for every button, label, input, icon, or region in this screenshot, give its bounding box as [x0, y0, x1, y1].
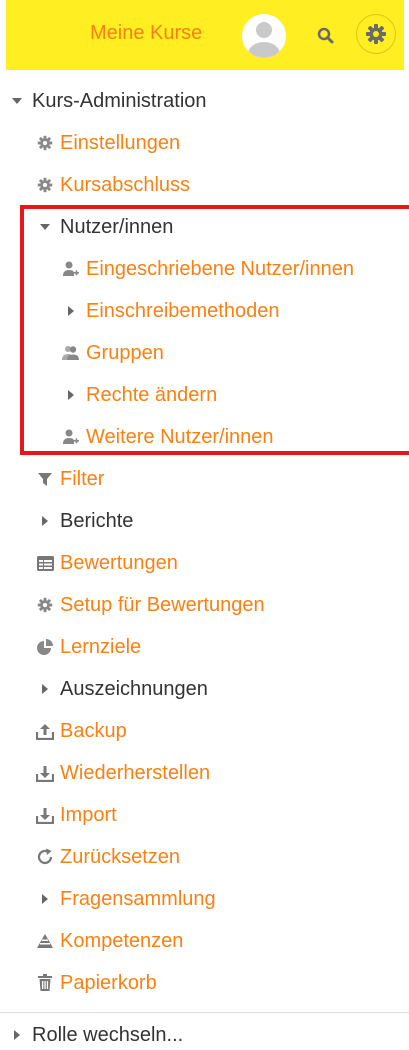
caret-right-icon [62, 302, 80, 320]
user-plus-icon [62, 260, 80, 278]
settings-button[interactable] [356, 14, 396, 54]
menu-item-nutzer-innen[interactable]: Nutzer/innen [36, 212, 173, 242]
download-icon [36, 806, 54, 824]
top-navbar: Meine Kurse [6, 0, 404, 70]
download-icon [36, 764, 54, 782]
users-icon [62, 344, 80, 362]
menu-item-weitere-nutzer-innen[interactable]: Weitere Nutzer/innen [62, 422, 274, 452]
menu-item-label: Einschreibemethoden [86, 299, 280, 322]
menu-item-label: Einstellungen [60, 131, 181, 154]
section-label: Kurs-Administration [32, 89, 207, 112]
menu-item-kompetenzen[interactable]: Kompetenzen [36, 926, 183, 956]
menu-item-auszeichnungen[interactable]: Auszeichnungen [36, 674, 208, 704]
menu-item-label: Auszeichnungen [60, 677, 208, 700]
section-kurs-administration[interactable]: Kurs-Administration [8, 86, 207, 116]
refresh-icon [36, 848, 54, 866]
menu-item-rolle-wechseln[interactable]: Rolle wechseln... [8, 1020, 183, 1050]
menu-item-setup-fuer-bewertungen[interactable]: Setup für Bewertungen [36, 590, 265, 620]
menu-item-label: Gruppen [86, 341, 164, 364]
menu-item-label: Setup für Bewertungen [60, 593, 265, 616]
menu-item-label: Papierkorb [60, 971, 157, 994]
triangle-icon [36, 932, 54, 950]
gear-icon [36, 134, 54, 152]
menu-item-fragensammlung[interactable]: Fragensammlung [36, 884, 216, 914]
caret-right-icon [36, 680, 54, 698]
caret-right-icon [36, 890, 54, 908]
menu-item-einstellungen[interactable]: Einstellungen [36, 128, 180, 158]
pie-chart-icon [36, 638, 54, 656]
table-icon [36, 554, 54, 572]
menu-item-label: Lernziele [60, 635, 142, 658]
menu-item-zuruecksetzen[interactable]: Zurücksetzen [36, 842, 180, 872]
upload-icon [36, 722, 54, 740]
menu-item-label: Kompetenzen [60, 929, 184, 952]
menu-item-label: Backup [60, 719, 127, 742]
menu-item-eingeschriebene-nutzer-innen[interactable]: Eingeschriebene Nutzer/innen [62, 254, 354, 284]
menu-item-label: Import [60, 803, 117, 826]
caret-down-icon [8, 92, 26, 110]
caret-right-icon [36, 512, 54, 530]
search-button[interactable] [308, 18, 344, 54]
gear-icon [36, 596, 54, 614]
menu-item-wiederherstellen[interactable]: Wiederherstellen [36, 758, 210, 788]
menu-item-label: Nutzer/innen [60, 215, 174, 238]
gear-icon [36, 176, 54, 194]
menu-item-label: Berichte [60, 509, 134, 532]
menu-item-berichte[interactable]: Berichte [36, 506, 133, 536]
menu-item-label: Fragensammlung [60, 887, 216, 910]
caret-right-icon [8, 1026, 26, 1044]
menu-item-einschreibemethoden[interactable]: Einschreibemethoden [62, 296, 279, 326]
highlight-box [20, 205, 409, 455]
caret-right-icon [62, 386, 80, 404]
menu-item-kursabschluss[interactable]: Kursabschluss [36, 170, 190, 200]
filter-icon [36, 470, 54, 488]
menu-item-import[interactable]: Import [36, 800, 117, 830]
search-icon [317, 27, 334, 44]
menu-item-label: Zurücksetzen [60, 845, 181, 868]
menu-item-label: Rolle wechseln... [32, 1023, 184, 1046]
avatar-head [256, 22, 272, 38]
menu-item-label: Kursabschluss [60, 173, 191, 196]
menu-item-label: Rechte ändern [86, 383, 218, 406]
gear-icon [366, 24, 386, 44]
my-courses-link[interactable]: Meine Kurse [90, 22, 202, 45]
menu-item-gruppen[interactable]: Gruppen [62, 338, 164, 368]
menu-item-label: Bewertungen [60, 551, 178, 574]
menu-item-bewertungen[interactable]: Bewertungen [36, 548, 178, 578]
menu-item-label: Weitere Nutzer/innen [86, 425, 274, 448]
divider [0, 1012, 409, 1013]
menu-item-papierkorb[interactable]: Papierkorb [36, 968, 157, 998]
menu-item-backup[interactable]: Backup [36, 716, 127, 746]
menu-item-label: Filter [60, 467, 105, 490]
user-avatar[interactable] [242, 14, 286, 58]
avatar-body [248, 42, 280, 58]
caret-down-icon [36, 218, 54, 236]
trash-icon [36, 974, 54, 992]
user-plus-icon [62, 428, 80, 446]
menu-item-label: Wiederherstellen [60, 761, 211, 784]
menu-item-lernziele[interactable]: Lernziele [36, 632, 141, 662]
menu-item-label: Eingeschriebene Nutzer/innen [86, 257, 354, 280]
menu-item-filter[interactable]: Filter [36, 464, 104, 494]
menu-item-rechte-aendern[interactable]: Rechte ändern [62, 380, 217, 410]
